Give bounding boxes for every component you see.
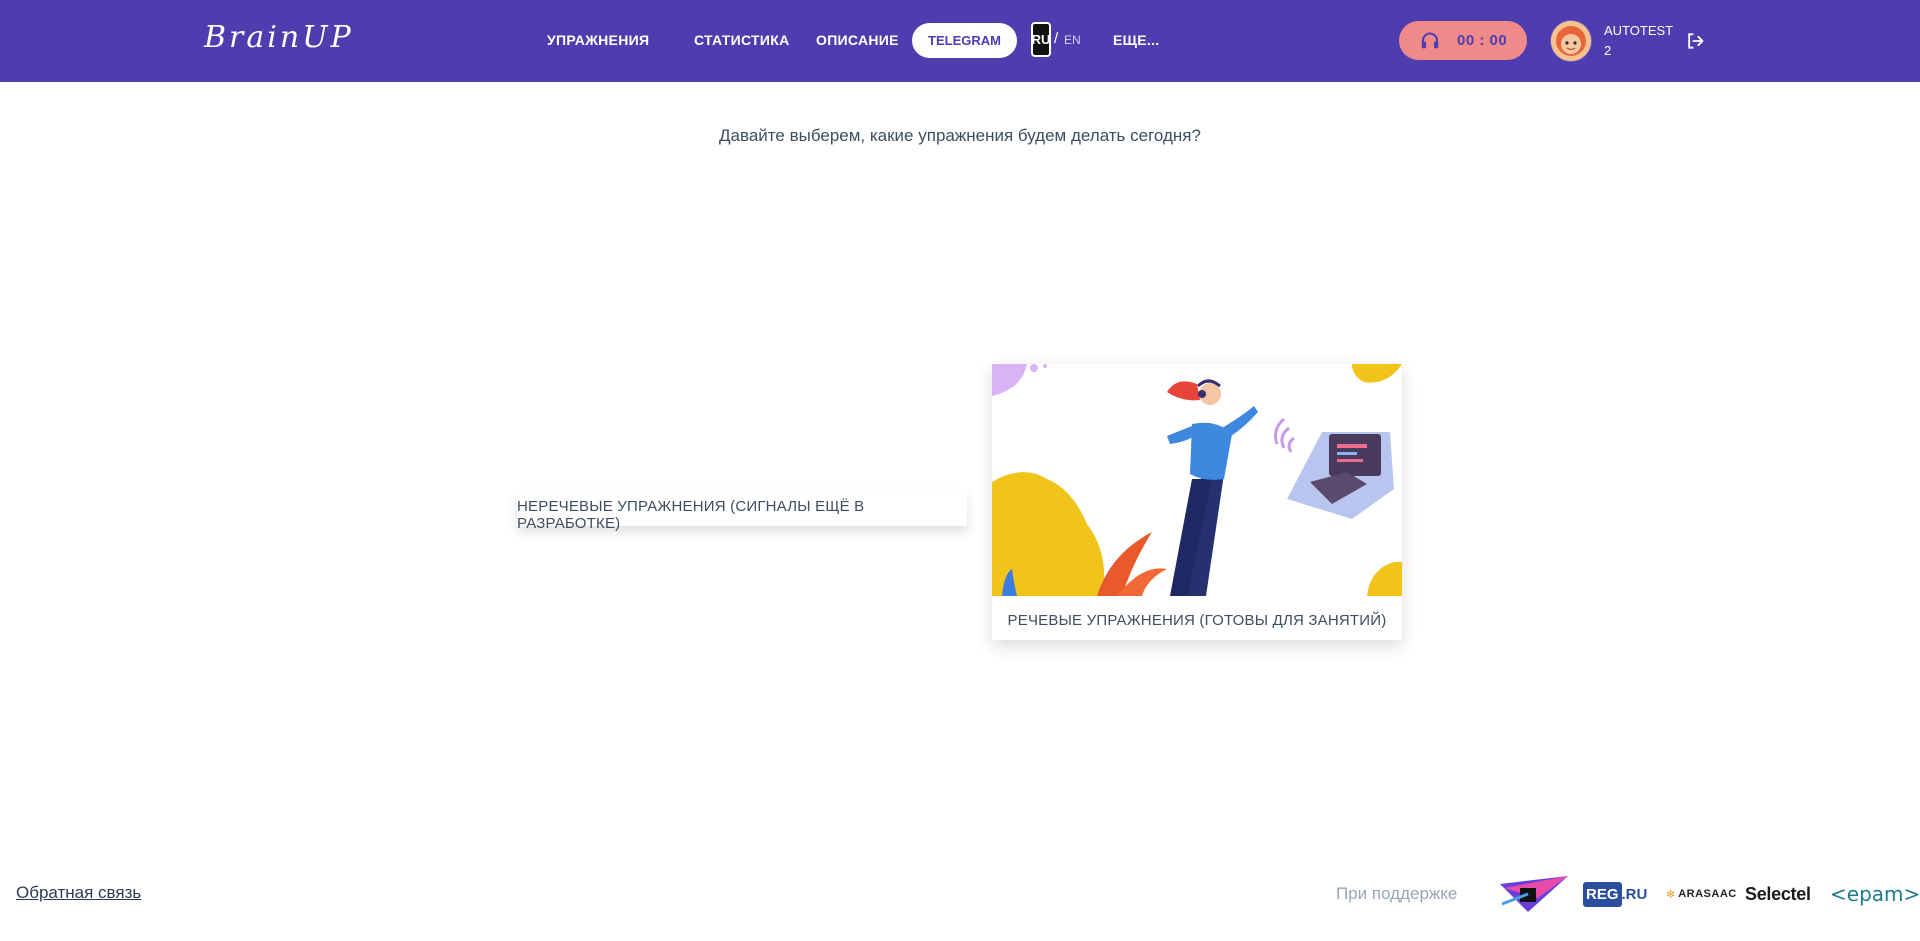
user-name: AUTOTEST [1604, 23, 1674, 38]
sponsor-logo-1[interactable] [1498, 874, 1570, 914]
user-sub: 2 [1604, 43, 1612, 58]
lang-en-button[interactable]: EN [1064, 33, 1081, 47]
nav-more[interactable]: ЕЩЕ... [1113, 32, 1159, 48]
headphones-icon [1421, 32, 1439, 49]
lang-separator: / [1054, 30, 1059, 47]
nav-statistics[interactable]: СТАТИСТИКА [694, 32, 790, 48]
epam-logo[interactable]: <epam> [1830, 874, 1920, 914]
epam-logo-text: <epam> [1830, 882, 1920, 906]
nonspeech-exercises-card[interactable]: НЕРЕЧЕВЫЕ УПРАЖНЕНИЯ (СИГНАЛЫ ЕЩЁ В РАЗР… [517, 490, 967, 532]
speech-card-label: РЕЧЕВЫЕ УПРАЖНЕНИЯ (ГОТОВЫ ДЛЯ ЗАНЯТИЙ) [1007, 612, 1387, 629]
arasaac-logo-text: ARASAAC [1678, 888, 1737, 900]
avatar[interactable] [1551, 21, 1591, 61]
regru-logo-box: REG [1583, 881, 1622, 907]
timer-button[interactable]: 00 : 00 [1399, 21, 1527, 60]
support-text: При поддержке [1336, 884, 1458, 903]
sponsor-plane-logo [1500, 876, 1568, 912]
regru-logo[interactable]: REG .RU [1583, 874, 1647, 914]
regru-logo-suffix: .RU [1621, 885, 1648, 903]
logout-icon[interactable] [1685, 31, 1705, 51]
speech-illustration [992, 364, 1402, 596]
nav-description[interactable]: ОПИСАНИЕ [816, 32, 899, 48]
brainup-logo[interactable]: BrainUP [204, 20, 354, 55]
speech-exercises-card[interactable]: РЕЧЕВЫЕ УПРАЖНЕНИЯ (ГОТОВЫ ДЛЯ ЗАНЯТИЙ) [992, 364, 1402, 640]
page-prompt: Давайте выберем, какие упражнения будем … [719, 126, 1201, 145]
arasaac-logo[interactable]: ✻ ARASAAC [1666, 874, 1737, 914]
selectel-logo[interactable]: Selectel [1745, 874, 1811, 914]
nav-exercises[interactable]: УПРАЖНЕНИЯ [547, 32, 649, 48]
arasaac-mark-icon: ✻ [1666, 888, 1676, 901]
timer-value: 00 : 00 [1457, 32, 1508, 49]
top-nav-bar: BrainUP УПРАЖНЕНИЯ СТАТИСТИКА ОПИСАНИЕ T… [0, 0, 1920, 82]
nonspeech-card-label: НЕРЕЧЕВЫЕ УПРАЖНЕНИЯ (СИГНАЛЫ ЕЩЁ В РАЗР… [517, 498, 865, 532]
telegram-button[interactable]: TELEGRAM [912, 23, 1017, 58]
avatar-image [1551, 21, 1591, 61]
feedback-link[interactable]: Обратная связь [16, 883, 141, 903]
lang-ru-button[interactable]: RU [1031, 22, 1051, 57]
selectel-logo-text: Selectel [1745, 883, 1811, 904]
